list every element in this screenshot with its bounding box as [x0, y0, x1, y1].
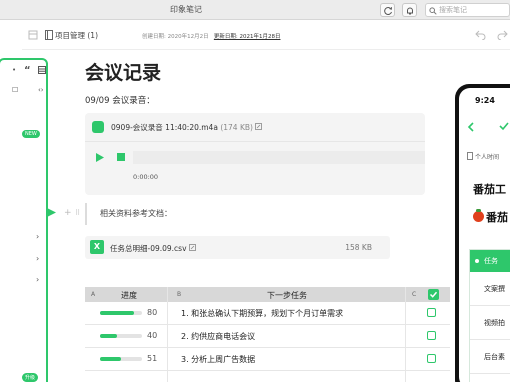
task-text[interactable]: 1. 和张总确认下期预算，规划下个月订单需求	[181, 308, 343, 319]
upgrade-badge[interactable]: 升级	[22, 373, 39, 382]
note-title[interactable]: 会议记录	[85, 58, 161, 85]
phone-table-row: 后台素	[470, 340, 510, 374]
column-letter: B	[177, 291, 182, 298]
list-icon[interactable]: •	[12, 66, 16, 74]
phone-screen: 9:24 个人时间 番茄工 番茄 任务 文案撰 视频拍 后台素	[459, 88, 510, 382]
phone-table-row: 视频拍	[470, 306, 510, 340]
task-checkbox[interactable]	[427, 331, 436, 340]
audio-timestamp: 0:00:00	[133, 173, 159, 181]
progress-bar[interactable]	[100, 334, 142, 338]
audio-waveform[interactable]	[133, 151, 425, 164]
search-placeholder: 搜索笔记	[439, 6, 467, 14]
bell-icon	[407, 7, 413, 15]
csv-file-size: 158 KB	[345, 243, 372, 252]
table-row: 51 3. 分析上周广告数据	[85, 348, 450, 371]
checkbox-column-icon[interactable]	[428, 289, 439, 300]
window-title: 印象笔记	[170, 5, 202, 14]
checklist-icon[interactable]: ☐	[12, 86, 18, 94]
task-text[interactable]: 3. 分析上周广告数据	[181, 354, 255, 365]
column-header-progress[interactable]: 进度	[121, 290, 137, 301]
phone-time: 9:24	[475, 96, 495, 105]
phone-notebook: 个人时间	[475, 154, 500, 161]
column-letter: C	[412, 291, 417, 298]
audio-attachment[interactable]: 0909-会议录音 11:40:20.m4a (174 KB) 0:00:00	[85, 113, 425, 195]
tomato-icon	[473, 209, 484, 222]
phone-note-heading: 番茄	[486, 211, 508, 224]
back-icon[interactable]	[467, 122, 474, 132]
search-icon	[429, 7, 437, 15]
progress-value[interactable]: 80	[147, 308, 157, 317]
column-letter: A	[91, 291, 96, 298]
layout-icon[interactable]	[28, 30, 38, 40]
task-text[interactable]: 2. 约供应商电话会议	[181, 331, 255, 342]
notebook-icon	[45, 30, 53, 40]
audio-filename: 0909-会议录音 11:40:20.m4a (174 KB)	[111, 122, 263, 133]
csv-file-label: 任务总明细-09.09.csv	[110, 244, 187, 253]
table-header: A 进度 B 下一步任务 C	[85, 287, 450, 302]
csv-attachment[interactable]: X 任务总明细-09.09.csv 158 KB	[85, 236, 390, 259]
note-dates: 创建日期: 2020年12月2日 更新日期: 2021年1月28日	[142, 32, 280, 40]
audio-file-label: 0909-会议录音 11:40:20.m4a	[111, 123, 218, 132]
sidebar-handle-icon[interactable]	[47, 207, 58, 218]
column-header-task[interactable]: 下一步任务	[267, 290, 307, 301]
undo-icon[interactable]	[475, 30, 487, 40]
search-input[interactable]: 搜索笔记	[425, 3, 510, 17]
chevron-right-icon[interactable]: ›	[36, 254, 39, 263]
progress-fill	[100, 334, 117, 338]
divider	[85, 141, 425, 142]
updated-date[interactable]: 更新日期: 2021年1月28日	[214, 34, 281, 40]
stop-icon[interactable]	[117, 153, 125, 161]
notebook-link[interactable]: 项目管理 (1)	[55, 30, 98, 41]
edit-icon[interactable]	[255, 123, 263, 130]
format-sidebar: • “ ☐ ‹› NEW › › › 升级	[0, 58, 48, 382]
audio-file-icon	[92, 121, 104, 133]
table-row: 80 1. 和张总确认下期预算，规划下个月订单需求	[85, 302, 450, 325]
spreadsheet-icon: X	[90, 240, 104, 254]
audio-file-size: (174 KB)	[220, 123, 253, 132]
sync-icon	[384, 7, 392, 16]
progress-value[interactable]: 51	[147, 354, 157, 363]
add-block-icon[interactable]: +	[64, 208, 72, 218]
redo-icon[interactable]	[496, 30, 508, 40]
quote-icon[interactable]: “	[24, 65, 31, 76]
progress-bar[interactable]	[100, 357, 142, 361]
table-row: 40 2. 约供应商电话会议	[85, 325, 450, 348]
progress-bar[interactable]	[100, 311, 142, 315]
chevron-right-icon[interactable]: ›	[36, 232, 39, 241]
csv-filename: 任务总明细-09.09.csv	[110, 243, 196, 254]
play-icon[interactable]	[96, 153, 104, 162]
new-badge: NEW	[22, 130, 40, 138]
phone-note-title: 番茄工	[473, 183, 506, 196]
task-checkbox[interactable]	[427, 354, 436, 363]
phone-table: 任务 文案撰 视频拍 后台素	[469, 249, 510, 382]
progress-value[interactable]: 40	[147, 331, 157, 340]
table-icon[interactable]	[38, 66, 46, 74]
phone-preview: 9:24 个人时间 番茄工 番茄 任务 文案撰 视频拍 后台素	[455, 84, 510, 382]
task-checkbox[interactable]	[427, 308, 436, 317]
phone-table-header: 任务	[470, 250, 510, 272]
progress-fill	[100, 357, 122, 361]
note-info-bar: 项目管理 (1) 创建日期: 2020年12月2日 更新日期: 2021年1月2…	[22, 22, 510, 50]
chevron-right-icon[interactable]: ›	[36, 275, 39, 284]
window-titlebar: 印象笔记 搜索笔记	[0, 0, 510, 20]
code-icon[interactable]: ‹›	[38, 86, 44, 94]
phone-table-row: 文案撰	[470, 272, 510, 306]
progress-fill	[100, 311, 134, 315]
created-date: 创建日期: 2020年12月2日	[142, 34, 209, 40]
notification-button[interactable]	[402, 3, 417, 17]
notebook-icon	[467, 152, 473, 160]
edit-icon[interactable]	[189, 244, 196, 251]
refs-heading: 相关资料参考文档：	[85, 203, 172, 225]
done-icon[interactable]	[499, 121, 509, 131]
drag-block-icon[interactable]: ⠿	[75, 209, 80, 217]
sync-button[interactable]	[380, 3, 395, 17]
audio-heading: 09/09 会议录音：	[85, 96, 155, 106]
